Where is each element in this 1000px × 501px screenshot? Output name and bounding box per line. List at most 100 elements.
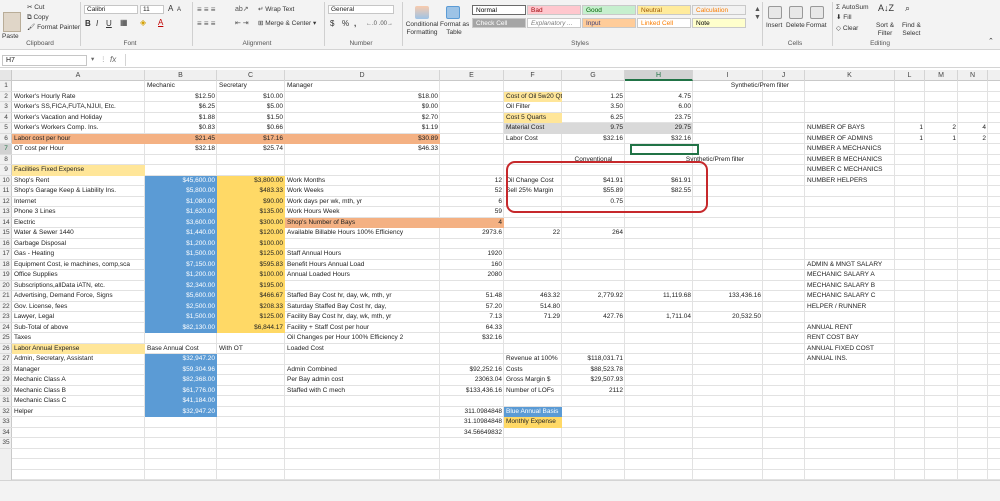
row-header-5[interactable]: 5: [0, 123, 12, 134]
cell-f28[interactable]: Costs: [504, 365, 562, 376]
cell-l5[interactable]: 1: [895, 123, 925, 134]
row-header-3[interactable]: 3: [0, 102, 12, 113]
name-box-dropdown-icon[interactable]: ▾: [91, 56, 94, 64]
cell-a21[interactable]: Advertising, Demand Force, Signs: [12, 291, 145, 302]
cell-e17[interactable]: 1920: [440, 249, 504, 260]
cell-a25[interactable]: Taxes: [12, 333, 285, 344]
fill-color-icon[interactable]: ◈: [140, 19, 146, 27]
cell-k19[interactable]: MECHANIC SALARY A: [805, 270, 988, 281]
row-header-1[interactable]: 1: [0, 81, 12, 92]
cell-a10[interactable]: Shop's Rent: [12, 176, 145, 187]
cell-d11[interactable]: Work Weeks: [285, 186, 440, 197]
row-header-25[interactable]: 25: [0, 333, 12, 344]
column-header-g[interactable]: G: [562, 70, 625, 81]
cell-c20[interactable]: $195.00: [217, 280, 285, 291]
cell-h6[interactable]: $32.16: [625, 134, 693, 145]
cell-b4[interactable]: $1.88: [145, 113, 217, 124]
cell-g4[interactable]: 6.25: [562, 113, 625, 124]
sort-filter-icon[interactable]: A↓Z: [878, 4, 894, 13]
cell-style-good[interactable]: Good: [582, 5, 636, 15]
cell-e34[interactable]: 34.56649832: [440, 428, 504, 439]
cell-f22[interactable]: 514.80: [504, 302, 562, 313]
cell-g21[interactable]: 2,779.92: [562, 291, 625, 302]
cell-g23[interactable]: 427.76: [562, 312, 625, 323]
cell-style-linked-cell[interactable]: Linked Cell: [637, 18, 691, 28]
cell-style-check-cell[interactable]: Check Cell: [472, 18, 526, 28]
column-header-f[interactable]: F: [504, 70, 562, 81]
cell-n5[interactable]: 4: [958, 123, 988, 134]
shrink-font-button[interactable]: A: [177, 6, 181, 14]
cell-a4[interactable]: Worker's Vacation and Holiday: [12, 113, 145, 124]
cell-b24[interactable]: $82,130.00: [145, 322, 217, 333]
cell-e24[interactable]: 64.33: [440, 323, 504, 334]
format-cells-icon[interactable]: [810, 6, 824, 19]
cell-e19[interactable]: 2080: [440, 270, 504, 281]
row-header-34[interactable]: 34: [0, 428, 12, 438]
row-header-18[interactable]: 18: [0, 260, 12, 270]
cell-h2[interactable]: 4.75: [625, 92, 693, 103]
row-header-33[interactable]: 33: [0, 417, 12, 428]
row-header-20[interactable]: 20: [0, 281, 12, 291]
cell-a26[interactable]: Labor Annual Expense: [12, 343, 145, 354]
cell-a30[interactable]: Mechanic Class B: [12, 386, 145, 397]
column-header-b[interactable]: B: [145, 70, 217, 81]
column-header-c[interactable]: C: [217, 70, 285, 81]
cell-b1[interactable]: Mechanic: [145, 81, 217, 92]
copy-button[interactable]: ⧉ Copy: [27, 14, 49, 22]
cell-d4[interactable]: $2.70: [285, 113, 440, 124]
cell-e18[interactable]: 160: [440, 260, 504, 271]
borders-icon[interactable]: ▦: [120, 19, 128, 27]
cell-a12[interactable]: Internet: [12, 197, 145, 208]
cell-a23[interactable]: Lawyer, Legal: [12, 312, 145, 323]
cell-b11[interactable]: $5,800.00: [145, 186, 217, 197]
cell-c5[interactable]: $0.66: [217, 123, 285, 134]
cell-c2[interactable]: $10.00: [217, 92, 285, 103]
find-select-button[interactable]: Find & Select: [902, 22, 921, 38]
cell-d23[interactable]: Facility Bay Cost hr, day, wk, mth, yr: [285, 312, 440, 323]
row-header-11[interactable]: 11: [0, 186, 12, 197]
cell-a7[interactable]: OT cost per Hour: [12, 144, 145, 155]
cell-b22[interactable]: $2,500.00: [145, 301, 217, 312]
cell-e15[interactable]: 2973.6: [440, 228, 504, 239]
fx-icon[interactable]: fx: [110, 55, 116, 64]
cell-h4[interactable]: 23.75: [625, 113, 693, 124]
cell-k22[interactable]: HELPER / RUNNER: [805, 302, 988, 313]
cell-b6[interactable]: $21.45: [145, 133, 217, 144]
cell-b13[interactable]: $1,620.00: [145, 207, 217, 218]
cell-e30[interactable]: $133,436.16: [440, 386, 504, 397]
cell-a27[interactable]: Admin, Secretary, Assistant: [12, 354, 145, 365]
cell-d1[interactable]: Manager: [285, 81, 562, 92]
cell-style-explanatory[interactable]: Explanatory ...: [527, 18, 581, 28]
cell-f33[interactable]: Monthly Expense: [504, 417, 562, 428]
cell-b29[interactable]: $82,368.00: [145, 375, 217, 386]
cell-b16[interactable]: $1,200.00: [145, 238, 217, 249]
cell-i23[interactable]: 20,532.50: [693, 312, 763, 323]
cell-b3[interactable]: $6.25: [145, 102, 217, 113]
currency-button[interactable]: $: [330, 20, 334, 28]
cell-c22[interactable]: $208.33: [217, 301, 285, 312]
cell-b5[interactable]: $0.83: [145, 123, 217, 134]
insert-cells-icon[interactable]: [768, 6, 782, 19]
row-header-28[interactable]: 28: [0, 365, 12, 375]
cell-style-neutral[interactable]: Neutral: [637, 5, 691, 15]
cell-a18[interactable]: Equipment Cost, ie machines, comp,sca: [12, 260, 145, 271]
active-cell-selection[interactable]: [630, 144, 699, 155]
cell-c1[interactable]: Secretary: [217, 81, 285, 92]
cell-h3[interactable]: 6.00: [625, 102, 693, 113]
format-as-table-icon[interactable]: [446, 6, 460, 19]
cell-i21[interactable]: 133,436.16: [693, 291, 763, 302]
cell-g15[interactable]: 264: [562, 228, 625, 239]
cell-style-input[interactable]: Input: [582, 18, 636, 28]
row-header-24[interactable]: 24: [0, 323, 12, 333]
cell-d15[interactable]: Available Billable Hours 100% Efficiency: [285, 228, 440, 239]
decimal-icon[interactable]: ←.0 .00→: [366, 20, 393, 28]
row-header-10[interactable]: 10: [0, 176, 12, 186]
cell-g28[interactable]: $88,523.78: [562, 365, 625, 376]
cell-e29[interactable]: 23063.04: [440, 375, 504, 386]
paste-button[interactable]: Paste: [2, 33, 19, 41]
percent-button[interactable]: %: [342, 20, 349, 28]
cell-c15[interactable]: $120.00: [217, 228, 285, 239]
cell-h21[interactable]: 11,119.68: [625, 291, 693, 302]
cell-k6[interactable]: NUMBER OF ADMINS: [805, 134, 895, 145]
cell-d28[interactable]: Admin Combined: [285, 365, 440, 376]
